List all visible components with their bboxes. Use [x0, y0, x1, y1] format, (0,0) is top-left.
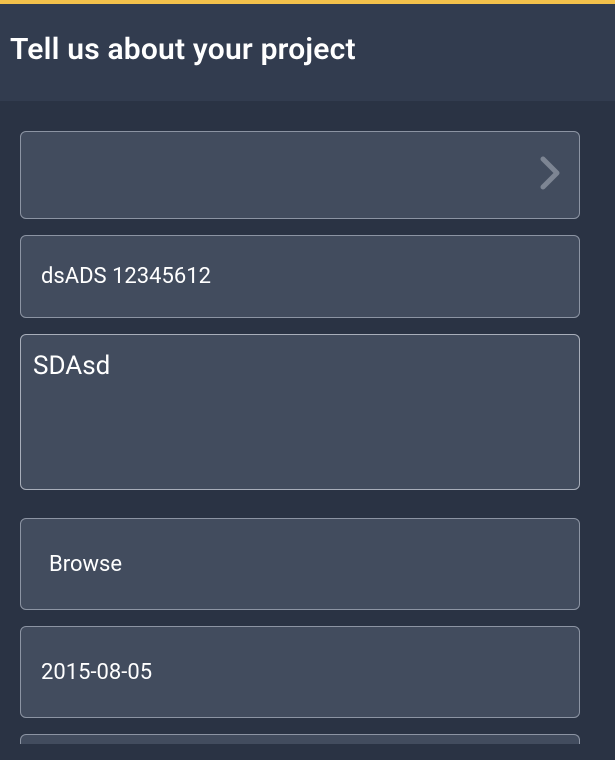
project-description-textarea[interactable]	[20, 334, 580, 490]
project-form: Browse 2015-08-05	[0, 101, 615, 744]
project-date-input[interactable]: 2015-08-05	[20, 626, 580, 718]
project-type-wrap	[20, 131, 580, 219]
browse-label: Browse	[49, 552, 122, 577]
page-title: Tell us about your project	[10, 32, 605, 67]
next-field-partial	[20, 734, 580, 744]
file-browse-button[interactable]: Browse	[20, 518, 580, 610]
page-header: Tell us about your project	[0, 4, 615, 101]
project-type-select[interactable]	[20, 131, 580, 219]
date-value: 2015-08-05	[41, 660, 152, 685]
project-name-input[interactable]	[20, 235, 580, 318]
